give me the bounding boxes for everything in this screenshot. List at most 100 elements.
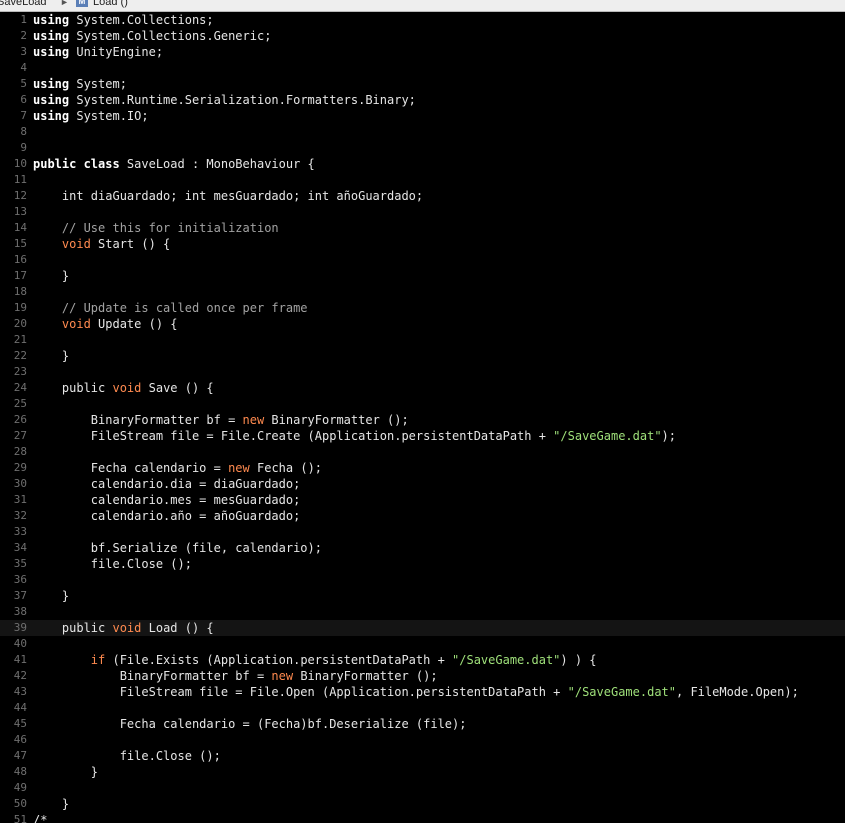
code-text: calendario.mes = mesGuardado; — [33, 492, 301, 508]
code-token: FileStream file = File.Create (Applicati… — [33, 429, 554, 443]
code-line[interactable]: 38 — [0, 604, 845, 620]
code-line[interactable]: 13 — [0, 204, 845, 220]
code-line[interactable]: 25 — [0, 396, 845, 412]
code-line[interactable]: 31 calendario.mes = mesGuardado; — [0, 492, 845, 508]
code-token: public class — [33, 157, 120, 171]
code-token: BinaryFormatter (); — [264, 413, 409, 427]
code-line[interactable]: 47 file.Close (); — [0, 748, 845, 764]
code-text: file.Close (); — [33, 748, 221, 764]
code-line[interactable]: 48 } — [0, 764, 845, 780]
code-line[interactable]: 18 — [0, 284, 845, 300]
line-number: 48 — [13, 765, 27, 778]
code-token: new — [271, 669, 294, 683]
code-line[interactable]: 45 Fecha calendario = (Fecha)bf.Deserial… — [0, 716, 845, 732]
code-line[interactable]: 21 — [0, 332, 845, 348]
code-text: // Update is called once per frame — [33, 300, 308, 316]
code-line[interactable]: 16 — [0, 252, 845, 268]
code-token: BinaryFormatter bf = — [33, 413, 243, 427]
line-number: 10 — [13, 157, 27, 170]
code-line[interactable]: 29 Fecha calendario = new Fecha (); — [0, 460, 845, 476]
code-line[interactable]: 27 FileStream file = File.Create (Applic… — [0, 428, 845, 444]
breadcrumb-file[interactable]: SaveLoad — [0, 0, 47, 9]
code-token: Load () { — [141, 621, 214, 635]
line-number: 47 — [13, 749, 27, 762]
code-line[interactable]: 6 using System.Runtime.Serialization.Form… — [0, 92, 845, 108]
code-line[interactable]: 19 // Update is called once per frame — [0, 300, 845, 316]
code-line[interactable]: 40 — [0, 636, 845, 652]
code-token: (File.Exists (Application.persistentData… — [105, 653, 453, 667]
code-line[interactable]: 10 public class SaveLoad : MonoBehaviour … — [0, 156, 845, 172]
code-token: public — [33, 621, 113, 635]
code-editor[interactable]: 1 using System.Collections; 2 using System.… — [0, 12, 845, 823]
code-token: using — [33, 93, 70, 107]
code-text: public void Load () { — [33, 620, 214, 636]
code-text: } — [33, 796, 69, 812]
code-token: void — [33, 237, 91, 251]
code-line[interactable]: 42 BinaryFormatter bf = new BinaryFormat… — [0, 668, 845, 684]
code-line[interactable]: 22 } — [0, 348, 845, 364]
line-number: 34 — [13, 541, 27, 554]
code-text: public void Save () { — [33, 380, 214, 396]
code-line[interactable]: 33 — [0, 524, 845, 540]
code-text: using System; — [33, 76, 127, 92]
line-number: 37 — [13, 589, 27, 602]
code-line[interactable]: 5 using System; — [0, 76, 845, 92]
code-line[interactable]: 43 FileStream file = File.Open (Applicat… — [0, 684, 845, 700]
code-line[interactable]: 3 using UnityEngine; — [0, 44, 845, 60]
code-token: System.Collections; — [69, 13, 214, 27]
line-number: 9 — [20, 141, 27, 154]
code-line[interactable]: 8 — [0, 124, 845, 140]
code-line[interactable]: 41 if (File.Exists (Application.persiste… — [0, 652, 845, 668]
code-line[interactable]: 30 calendario.dia = diaGuardado; — [0, 476, 845, 492]
code-text: Fecha calendario = new Fecha (); — [33, 460, 322, 476]
code-line[interactable]: 37 } — [0, 588, 845, 604]
line-number: 33 — [13, 525, 27, 538]
code-token: new — [242, 413, 265, 427]
code-line[interactable]: 51 /* — [0, 812, 845, 823]
code-token: FileStream file = File.Open (Application… — [33, 685, 568, 699]
line-number: 32 — [13, 509, 27, 522]
code-line[interactable]: 23 — [0, 364, 845, 380]
code-line[interactable]: 49 — [0, 780, 845, 796]
line-number: 2 — [20, 29, 27, 42]
code-text: int diaGuardado; int mesGuardado; int añ… — [33, 188, 423, 204]
code-text: using System.IO; — [33, 108, 149, 124]
code-line[interactable]: 9 — [0, 140, 845, 156]
code-line[interactable]: 36 — [0, 572, 845, 588]
code-line[interactable]: 35 file.Close (); — [0, 556, 845, 572]
line-number: 3 — [20, 45, 27, 58]
line-number: 31 — [13, 493, 27, 506]
code-line[interactable]: 20 void Update () { — [0, 316, 845, 332]
line-number: 5 — [20, 77, 27, 90]
line-number: 28 — [13, 445, 27, 458]
code-line[interactable]: 34 bf.Serialize (file, calendario); — [0, 540, 845, 556]
code-line[interactable]: 4 — [0, 60, 845, 76]
code-line[interactable]: 26 BinaryFormatter bf = new BinaryFormat… — [0, 412, 845, 428]
code-line[interactable]: 14 // Use this for initialization — [0, 220, 845, 236]
code-text: } — [33, 348, 69, 364]
code-line[interactable]: 17 } — [0, 268, 845, 284]
line-number: 4 — [20, 61, 27, 74]
code-line[interactable]: 28 — [0, 444, 845, 460]
breadcrumb: SaveLoad ► M Load () — [0, 0, 845, 12]
code-line[interactable]: 15 void Start () { — [0, 236, 845, 252]
code-line[interactable]: 44 — [0, 700, 845, 716]
code-line[interactable]: 46 — [0, 732, 845, 748]
code-line[interactable]: 32 calendario.año = añoGuardado; — [0, 508, 845, 524]
code-line[interactable]: 2 using System.Collections.Generic; — [0, 28, 845, 44]
line-number: 44 — [13, 701, 27, 714]
code-line[interactable]: 39 public void Load () { — [0, 620, 845, 636]
code-line[interactable]: 50 } — [0, 796, 845, 812]
code-token: System.Runtime.Serialization.Formatters.… — [69, 93, 416, 107]
code-line[interactable]: 11 — [0, 172, 845, 188]
code-line[interactable]: 7 using System.IO; — [0, 108, 845, 124]
line-number: 51 — [13, 813, 27, 823]
code-token: System.Collections.Generic; — [69, 29, 272, 43]
code-text: using System.Collections; — [33, 12, 214, 28]
code-line[interactable]: 24 public void Save () { — [0, 380, 845, 396]
code-line[interactable]: 12 int diaGuardado; int mesGuardado; int… — [0, 188, 845, 204]
code-token: System; — [69, 77, 127, 91]
code-line[interactable]: 1 using System.Collections; — [0, 12, 845, 28]
code-token: // Use this for initialization — [33, 221, 279, 235]
breadcrumb-method[interactable]: Load () — [93, 0, 128, 9]
